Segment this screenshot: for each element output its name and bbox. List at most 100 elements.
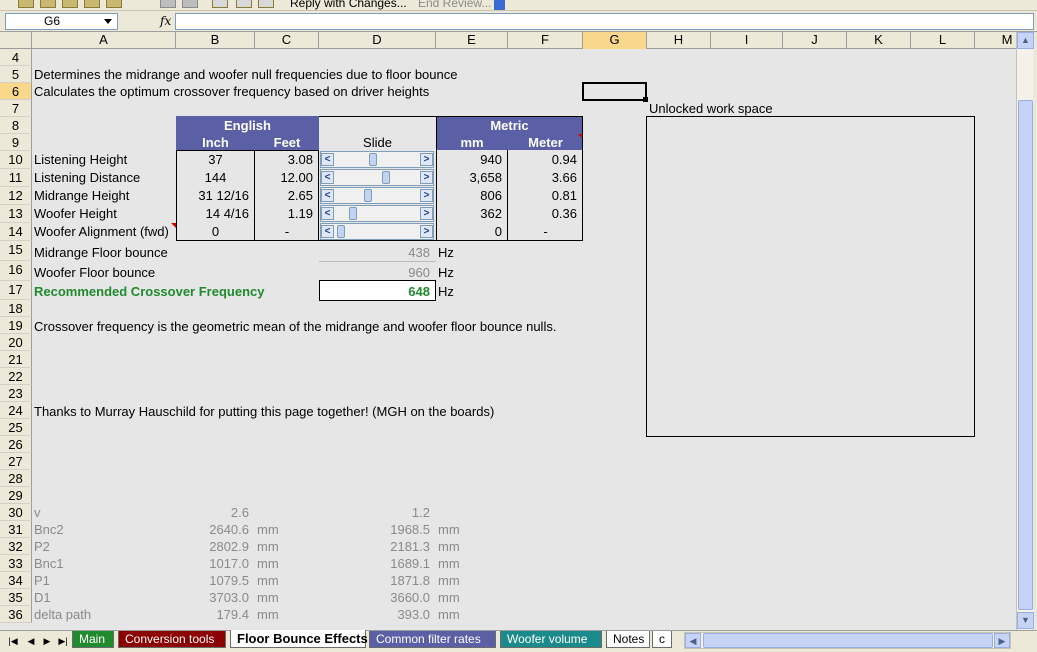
slide-control[interactable]: < > [320,169,434,186]
inch-value[interactable]: 31 12/16 [176,187,249,204]
slider-left-arrow-icon[interactable]: < [321,189,334,202]
row-header-13[interactable]: 13 [0,205,32,223]
sheet-tab-notes[interactable]: Notes [606,631,650,648]
input-label[interactable]: Listening Distance [34,169,140,186]
column-header-c[interactable]: C [255,32,319,49]
calc-label[interactable]: delta path [34,606,91,623]
slide-control[interactable]: < > [320,223,434,240]
share-icon[interactable] [258,0,274,8]
calc-woofer-value[interactable]: 1968.5 [319,521,430,538]
feet-value[interactable]: 12.00 [255,169,313,186]
column-header-b[interactable]: B [176,32,255,49]
midrange-bounce-label[interactable]: Midrange Floor bounce [34,244,168,261]
active-cell-g6[interactable] [582,82,647,101]
row-header-11[interactable]: 11 [0,169,32,187]
slider-thumb[interactable] [364,189,373,202]
calc-woofer-unit[interactable]: mm [438,538,460,555]
reply-with-changes-button[interactable]: Reply with Changes... [290,0,407,10]
column-header-k[interactable]: K [847,32,911,49]
column-header-g[interactable]: G [583,32,647,49]
meter-value[interactable]: 3.66 [508,169,577,186]
slider-left-arrow-icon[interactable]: < [321,171,334,184]
end-review-button[interactable]: End Review... [418,0,491,10]
mm-value[interactable]: 0 [436,223,502,240]
row-header-23[interactable]: 23 [0,385,32,402]
calc-midrange-unit[interactable]: mm [257,589,279,606]
last-sheet-button[interactable]: ▶| [56,633,70,649]
row-header-31[interactable]: 31 [0,521,32,538]
row-header-12[interactable]: 12 [0,187,32,205]
new-icon[interactable] [18,0,34,8]
row-header-27[interactable]: 27 [0,453,32,470]
review-icon[interactable] [212,0,228,8]
scroll-up-button[interactable]: ▲ [1017,32,1034,49]
toolbar-options-icon[interactable] [494,0,505,10]
row-header-9[interactable]: 9 [0,134,32,151]
slider-thumb[interactable] [337,225,346,238]
slider-left-arrow-icon[interactable]: < [321,225,334,238]
calc-label[interactable]: P2 [34,538,50,555]
sheet-tab-conversion-tools[interactable]: Conversion tools [118,631,226,648]
vertical-scroll-thumb[interactable] [1018,100,1033,610]
woofer-hz-unit[interactable]: Hz [438,264,454,281]
calc-midrange-unit[interactable]: mm [257,555,279,572]
calc-woofer-value[interactable]: 2181.3 [319,538,430,555]
row-header-33[interactable]: 33 [0,555,32,572]
column-header-h[interactable]: H [647,32,711,49]
row-header-36[interactable]: 36 [0,606,32,623]
slider-right-arrow-icon[interactable]: > [420,207,433,220]
sheet-tab-main[interactable]: Main [72,631,114,648]
comment-indicator[interactable] [171,223,176,228]
inch-value[interactable]: 37 [176,151,255,168]
meter-value[interactable]: 0.81 [508,187,577,204]
function-icon[interactable]: fx [160,14,171,28]
input-label[interactable]: Woofer Height [34,205,117,222]
input-label[interactable]: Woofer Alignment (fwd) [34,223,169,240]
mm-value[interactable]: 940 [436,151,502,168]
calc-midrange-unit[interactable]: mm [257,538,279,555]
calc-midrange-value[interactable]: 2802.9 [176,538,249,555]
sheet-tab-c[interactable]: c [652,631,672,648]
feet-value[interactable]: 2.65 [255,187,313,204]
sheet-tab-floor-bounce-effects[interactable]: Floor Bounce Effects [230,630,368,648]
calc-woofer-value[interactable]: 1871.8 [319,572,430,589]
slider-right-arrow-icon[interactable]: > [420,225,433,238]
unlocked-workspace-label[interactable]: Unlocked work space [649,100,773,117]
calc-label[interactable]: D1 [34,589,51,606]
meter-value[interactable]: 0.94 [508,151,577,168]
calc-woofer-unit[interactable]: mm [438,555,460,572]
calc-midrange-value[interactable]: 3703.0 [176,589,249,606]
calc-woofer-value[interactable]: 3660.0 [319,589,430,606]
row-header-16[interactable]: 16 [0,261,32,281]
row-header-10[interactable]: 10 [0,151,32,169]
slider-right-arrow-icon[interactable]: > [420,153,433,166]
row-header-29[interactable]: 29 [0,487,32,504]
prev-sheet-button[interactable]: ◀ [24,633,38,649]
column-header-l[interactable]: L [911,32,975,49]
calc-midrange-value[interactable]: 179.4 [176,606,249,623]
woofer-bounce-label[interactable]: Woofer Floor bounce [34,264,155,281]
midrange-bounce-value[interactable]: 438 [319,244,430,261]
row-header-4[interactable]: 4 [0,49,32,66]
select-all-corner[interactable] [0,32,32,49]
inch-value[interactable]: 0 [176,223,255,240]
unlocked-workspace-area[interactable] [646,116,975,437]
slider-thumb[interactable] [381,171,390,184]
meter-value[interactable]: 0.36 [508,205,577,222]
open-icon[interactable] [40,0,56,8]
slider-right-arrow-icon[interactable]: > [420,189,433,202]
calc-woofer-value[interactable]: 1689.1 [319,555,430,572]
undo-icon[interactable] [160,0,176,8]
row-header-21[interactable]: 21 [0,351,32,368]
calc-woofer-unit[interactable]: mm [438,521,460,538]
row-header-14[interactable]: 14 [0,223,32,241]
row-header-35[interactable]: 35 [0,589,32,606]
scroll-left-button[interactable]: ◀ [685,633,701,648]
row-header-32[interactable]: 32 [0,538,32,555]
print-icon[interactable] [84,0,100,8]
midrange-hz-unit[interactable]: Hz [438,244,454,261]
vertical-scrollbar[interactable]: ▲ ▼ [1016,32,1034,630]
input-label[interactable]: Midrange Height [34,187,129,204]
feet-value[interactable]: 3.08 [255,151,313,168]
mm-value[interactable]: 362 [436,205,502,222]
